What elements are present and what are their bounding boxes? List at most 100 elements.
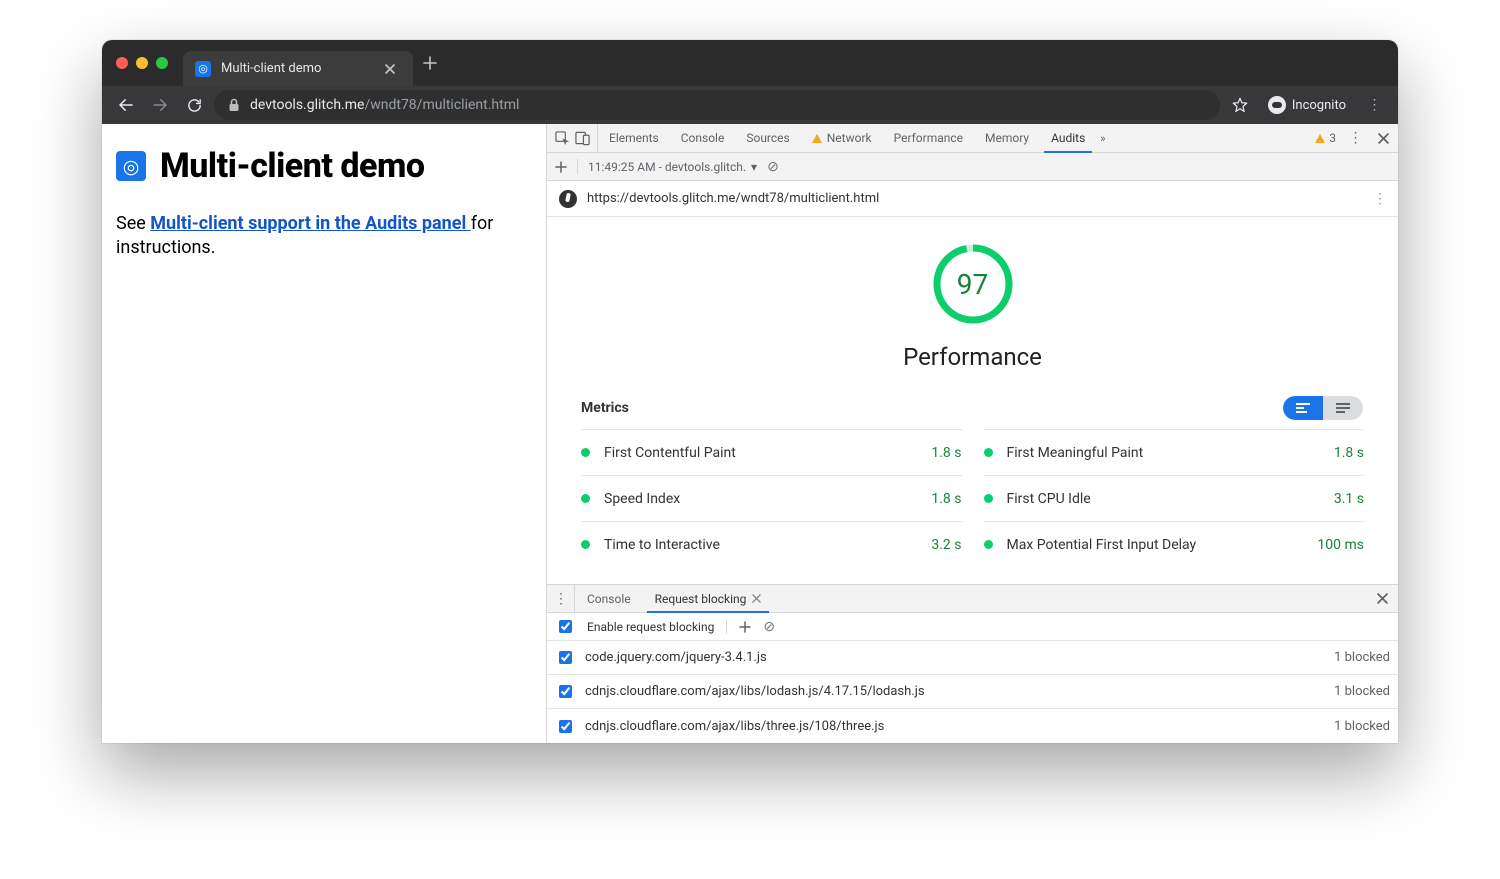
forward-button[interactable] (146, 91, 174, 119)
status-dot-icon (581, 448, 590, 457)
metrics-view-switch[interactable] (1282, 395, 1364, 421)
incognito-label: Incognito (1292, 98, 1346, 113)
window-zoom-icon[interactable] (156, 57, 168, 69)
window-minimize-icon[interactable] (136, 57, 148, 69)
new-tab-button[interactable] (419, 52, 441, 74)
url-path: /wndt78/multiclient.html (364, 97, 519, 113)
pattern-text: code.jquery.com/jquery-3.4.1.js (585, 650, 1324, 665)
devtools-menu-button[interactable]: ⋮ (1346, 129, 1364, 147)
devtools-panel: Elements Console Sources Network Perform… (546, 124, 1398, 743)
plus-icon (739, 621, 751, 633)
clear-audits-button[interactable] (767, 159, 779, 175)
tab-console[interactable]: Console (670, 124, 736, 152)
inspect-element-button[interactable] (553, 129, 571, 147)
separator (726, 619, 727, 634)
warnings-counter[interactable]: 3 (1315, 131, 1336, 145)
pattern-block-count: 1 blocked (1334, 719, 1390, 734)
window-close-icon[interactable] (116, 57, 128, 69)
inspect-icon (555, 131, 570, 146)
dropdown-caret-icon: ▾ (751, 160, 757, 174)
plus-icon (555, 161, 567, 173)
bars-left-icon (1296, 403, 1310, 413)
plus-icon (423, 56, 437, 70)
metric-row: Speed Index1.8 s (581, 475, 962, 521)
tab-memory[interactable]: Memory (974, 124, 1040, 152)
close-icon (1377, 593, 1388, 604)
new-audit-button[interactable] (555, 161, 567, 173)
pattern-text: cdnjs.cloudflare.com/ajax/libs/lodash.js… (585, 684, 1324, 699)
pattern-block-count: 1 blocked (1334, 684, 1390, 699)
metric-row: First CPU Idle3.1 s (984, 475, 1365, 521)
tab-title: Multi-client demo (221, 61, 369, 76)
devtools-close-button[interactable] (1374, 129, 1392, 147)
tab-audits[interactable]: Audits (1040, 124, 1096, 152)
add-pattern-button[interactable] (739, 621, 751, 633)
close-icon (385, 64, 395, 74)
devtools-drawer: ⋮ Console Request blocking Enable reques… (547, 584, 1398, 743)
enable-request-blocking-checkbox[interactable] (559, 620, 572, 633)
star-icon (1231, 96, 1249, 114)
tab-elements[interactable]: Elements (598, 124, 670, 152)
warning-icon (812, 134, 822, 143)
metrics-header: Metrics (547, 381, 1398, 429)
url-host: devtools.glitch.me (250, 97, 364, 113)
separator (577, 159, 578, 174)
page-description: See Multi-client support in the Audits p… (116, 212, 532, 261)
pattern-row[interactable]: code.jquery.com/jquery-3.4.1.js 1 blocke… (547, 641, 1398, 675)
tab-performance[interactable]: Performance (883, 124, 974, 152)
performance-gauge: 97 (932, 243, 1014, 325)
audited-url: https://devtools.glitch.me/wndt78/multic… (587, 191, 1363, 206)
metric-row: Time to Interactive3.2 s (581, 521, 962, 567)
status-dot-icon (581, 540, 590, 549)
back-button[interactable] (112, 91, 140, 119)
drawer-menu-button[interactable]: ⋮ (547, 585, 575, 612)
device-toolbar-button[interactable] (573, 129, 591, 147)
browser-menu-button[interactable]: ⋮ (1360, 91, 1388, 119)
audit-item-menu-button[interactable]: ⋮ (1373, 191, 1386, 207)
switch-option-left[interactable] (1283, 396, 1323, 420)
enable-request-blocking-label: Enable request blocking (587, 620, 714, 634)
browser-tab[interactable]: Multi-client demo (183, 51, 413, 86)
warning-icon (1315, 134, 1325, 143)
clear-patterns-button[interactable] (763, 619, 775, 635)
incognito-indicator: Incognito (1260, 91, 1354, 119)
drawer-tab-console[interactable]: Console (575, 585, 643, 612)
incognito-icon (1268, 96, 1286, 114)
pattern-checkbox[interactable] (559, 685, 572, 698)
status-dot-icon (984, 448, 993, 457)
drawer-tabstrip: ⋮ Console Request blocking (547, 585, 1398, 613)
audit-run-selector[interactable]: 11:49:25 AM - devtools.glitch. ▾ (588, 160, 757, 174)
tab-network[interactable]: Network (801, 124, 883, 152)
omnibox[interactable]: devtools.glitch.me/wndt78/multiclient.ht… (214, 90, 1220, 120)
lock-icon (228, 98, 240, 112)
reload-button[interactable] (180, 91, 208, 119)
metrics-grid: First Contentful Paint1.8 s First Meanin… (547, 429, 1398, 571)
pattern-row[interactable]: cdnjs.cloudflare.com/ajax/libs/lodash.js… (547, 675, 1398, 709)
switch-option-right[interactable] (1323, 396, 1363, 420)
audit-timestamp: 11:49:25 AM - devtools.glitch. (588, 160, 746, 174)
pattern-row[interactable]: cdnjs.cloudflare.com/ajax/libs/three.js/… (547, 709, 1398, 743)
back-arrow-icon (117, 96, 135, 114)
tabs-overflow-button[interactable]: » (1096, 132, 1107, 145)
pattern-checkbox[interactable] (559, 720, 572, 733)
metrics-title: Metrics (581, 400, 629, 416)
bookmark-star-button[interactable] (1226, 91, 1254, 119)
audits-toolbar: 11:49:25 AM - devtools.glitch. ▾ (547, 153, 1398, 181)
pattern-checkbox[interactable] (559, 651, 572, 664)
browser-window: Multi-client demo devtools.glitch.me/wnd… (102, 40, 1398, 743)
tab-close-button[interactable] (379, 58, 401, 80)
forward-arrow-icon (151, 96, 169, 114)
page-title: Multi-client demo (160, 146, 425, 186)
tab-strip: Multi-client demo (102, 40, 1398, 86)
metric-row: Max Potential First Input Delay100 ms (984, 521, 1365, 567)
drawer-tab-request-blocking[interactable]: Request blocking (643, 585, 774, 612)
drawer-close-button[interactable] (1377, 593, 1388, 604)
page-link-multiclient-support[interactable]: Multi-client support in the Audits panel (150, 213, 470, 234)
close-tab-icon[interactable] (752, 594, 761, 603)
tab-sources[interactable]: Sources (735, 124, 800, 152)
browser-toolbar: devtools.glitch.me/wndt78/multiclient.ht… (102, 86, 1398, 124)
gauge-score: 97 (932, 243, 1014, 325)
bars-right-icon (1336, 403, 1350, 413)
gauge-category-label: Performance (903, 343, 1042, 371)
device-icon (575, 131, 590, 146)
